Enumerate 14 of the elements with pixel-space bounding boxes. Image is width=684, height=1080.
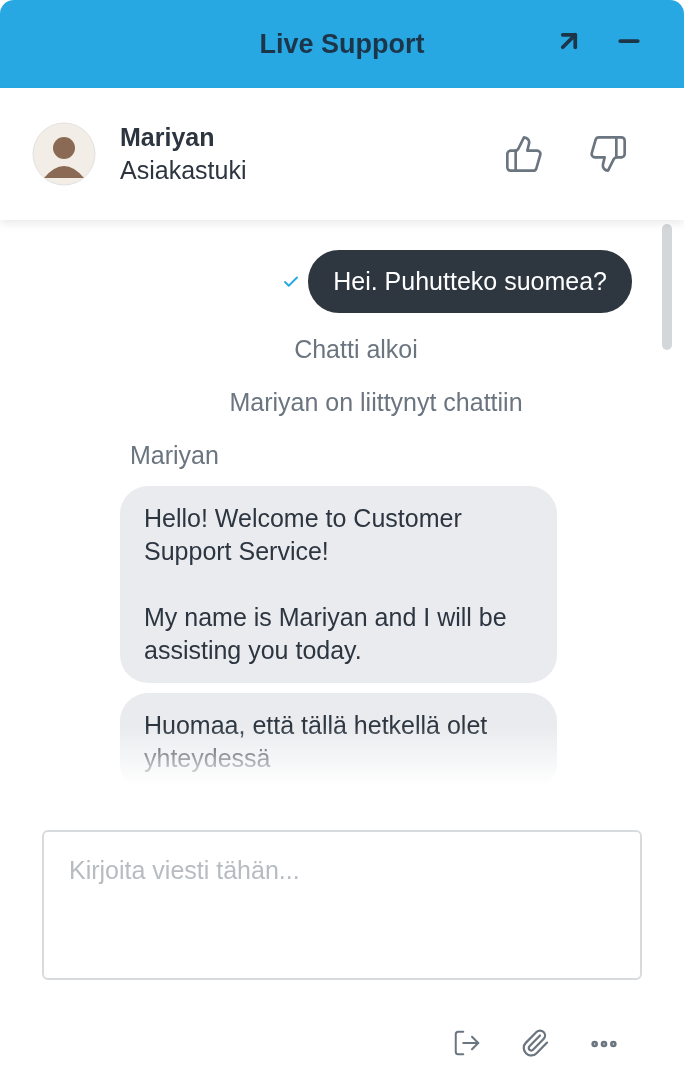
scrollbar[interactable] [662, 224, 672, 350]
sent-message: Hei. Puhutteko suomea? [308, 250, 632, 313]
thumbs-down-icon[interactable] [588, 134, 628, 174]
system-message: Chatti alkoi [293, 335, 419, 364]
paperclip-icon[interactable] [520, 1028, 550, 1060]
avatar [32, 122, 96, 186]
sender-name: Mariyan [130, 441, 219, 470]
window-title: Live Support [259, 28, 425, 60]
thumbs-up-icon[interactable] [504, 134, 544, 174]
system-message: Mariyan on liittynyt chattiin [228, 388, 524, 417]
agent-name: Mariyan [120, 123, 216, 152]
agent-role: Asiakastuki [120, 156, 248, 185]
received-message: Hello! Welcome to Customer Support Service! My name is Mariyan and I will be assisting you today. [120, 486, 557, 683]
message-field[interactable]: Kirjoita viesti tähän... [42, 830, 642, 980]
